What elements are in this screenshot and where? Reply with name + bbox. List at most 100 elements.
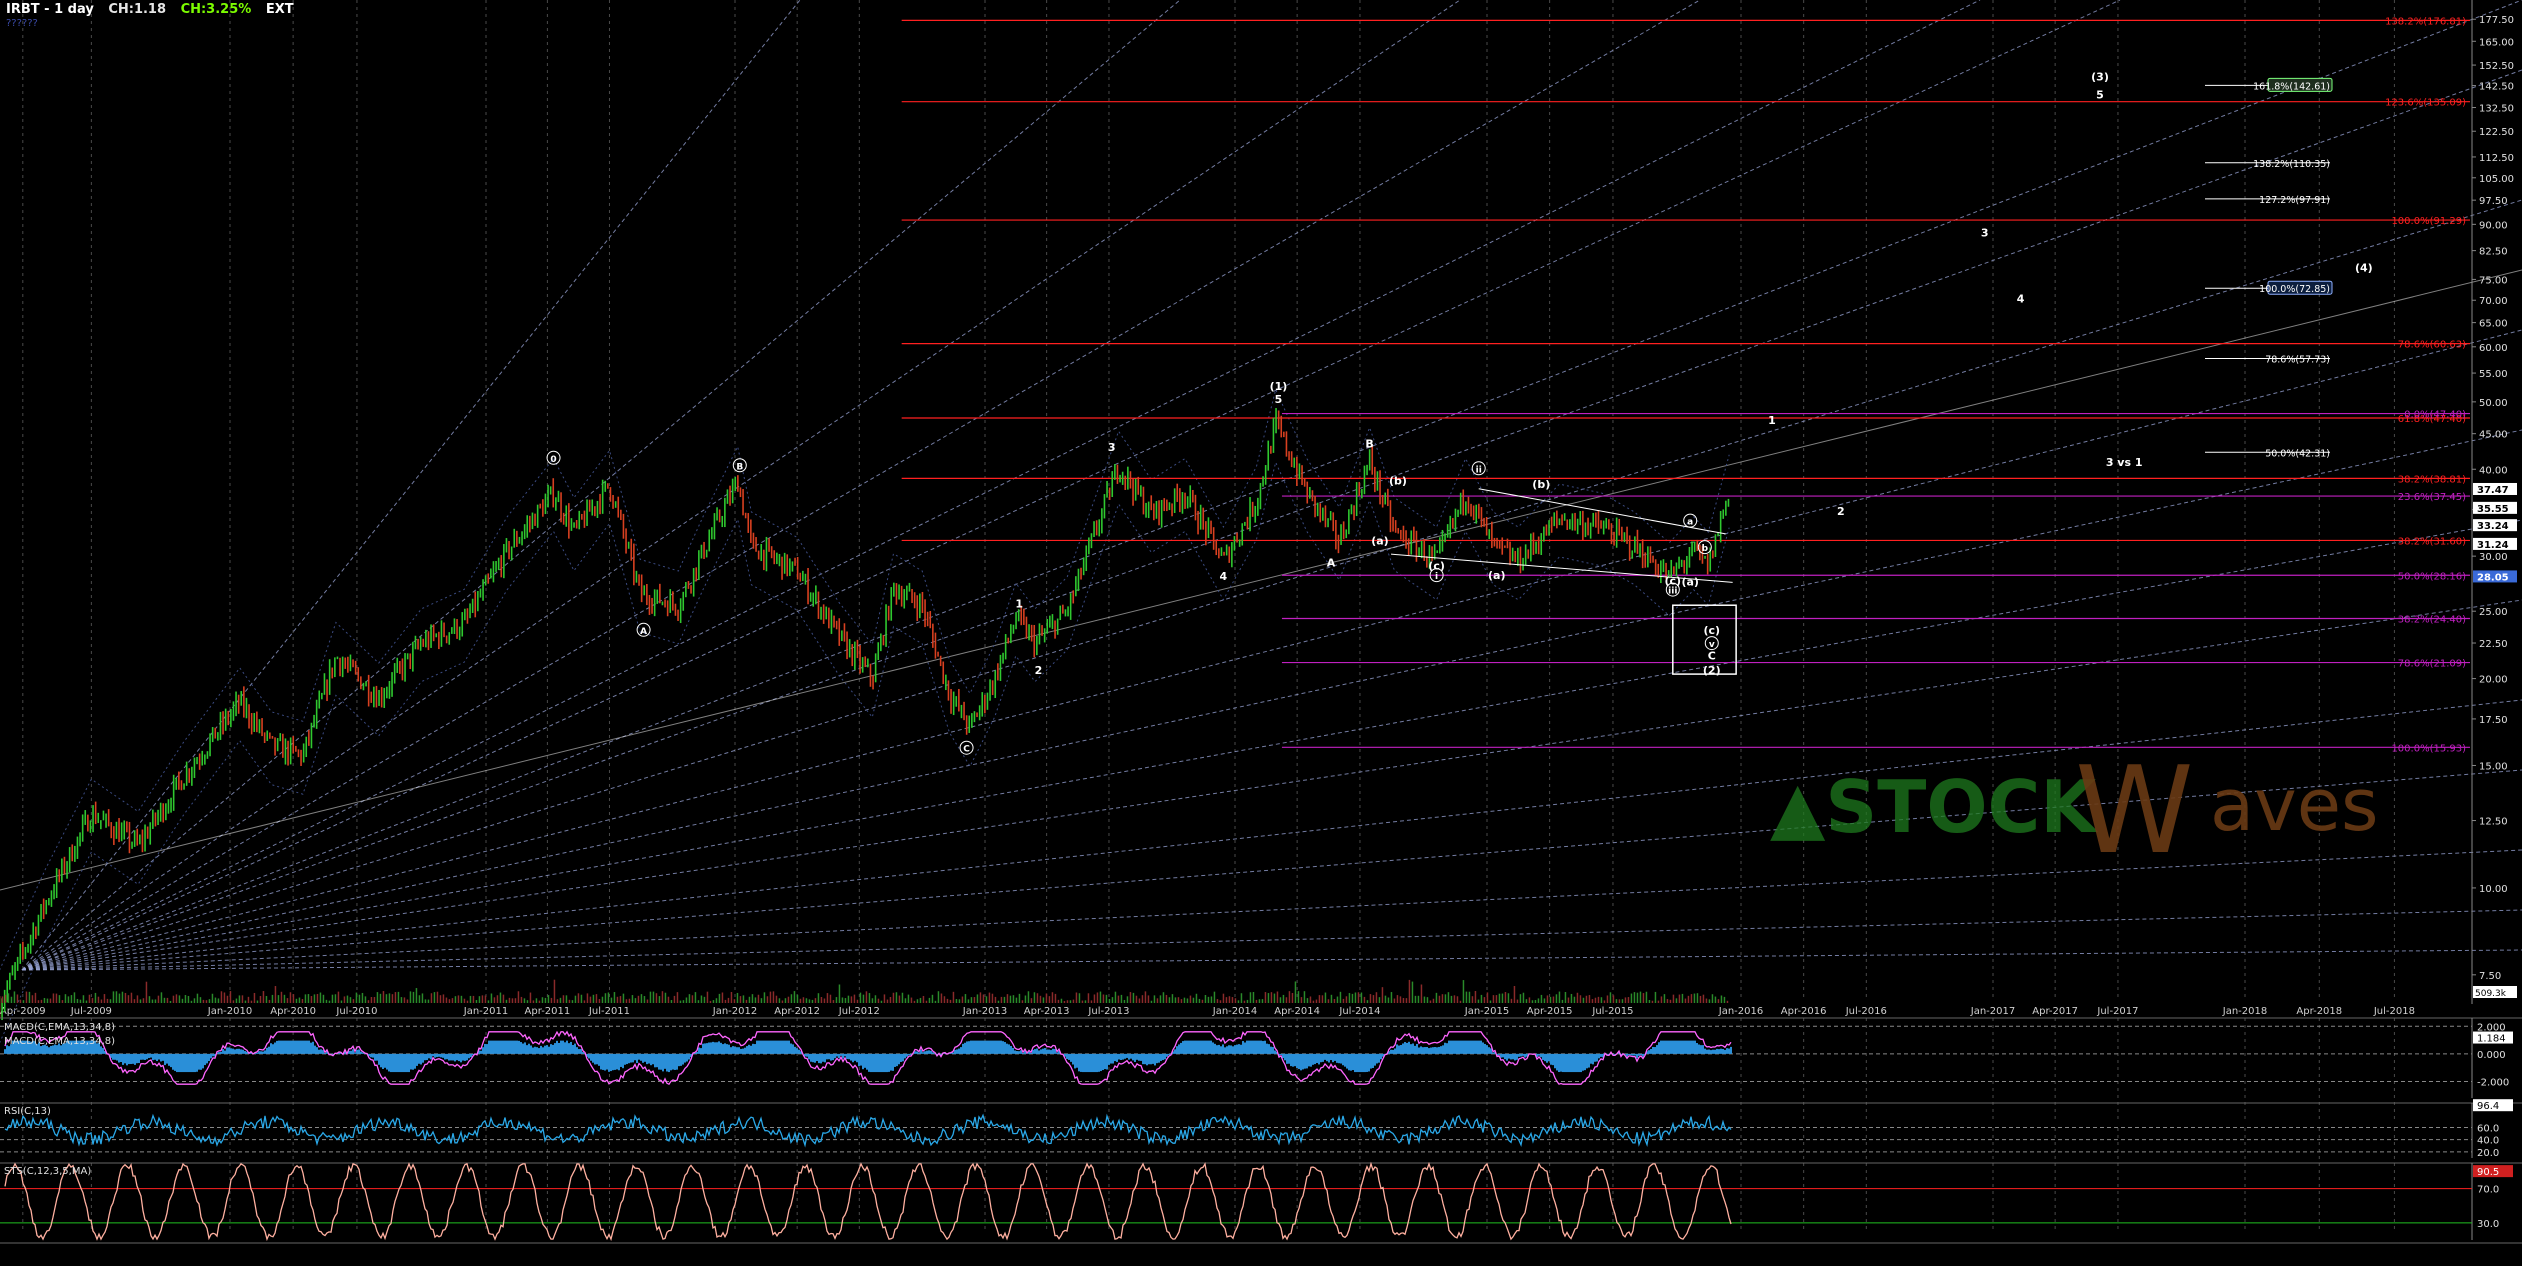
fib-label: 100.0%(15.93)	[2391, 743, 2466, 754]
projection-label: 100.0%(72.85)	[2259, 284, 2330, 295]
wave-label: (c)	[1428, 560, 1445, 573]
price-tick-label: 65.00	[2479, 319, 2508, 330]
date-tick-label: Jan-2014	[1212, 1006, 1257, 1017]
fib-label: 38.2%(38.81)	[2398, 474, 2466, 485]
price-tick-label: 82.50	[2479, 247, 2508, 258]
band-line	[0, 388, 1730, 971]
date-tick-label: Apr-2018	[2296, 1006, 2342, 1017]
band-line	[0, 460, 1730, 1044]
price-tick-label: 70.00	[2479, 296, 2508, 307]
date-tick-label: Apr-2017	[2032, 1006, 2078, 1017]
date-tick-label: Jan-2016	[1718, 1006, 1763, 1017]
pane-tick-label: 20.0	[2477, 1148, 2499, 1159]
wave-label: 3	[1981, 226, 1989, 239]
date-tick-label: Jul-2018	[2373, 1006, 2415, 1017]
wave-label: 2	[1837, 505, 1845, 518]
price-tick-label: 105.00	[2479, 174, 2514, 185]
stoch-label: STS(C,12,3,5,MA)	[4, 1166, 91, 1177]
projection-label: 50.0%(42.31)	[2265, 448, 2330, 459]
fib-label: 138.2%(176.81)	[2385, 16, 2466, 27]
wave-label: 5	[2096, 89, 2104, 102]
projection-label: 78.6%(57.73)	[2265, 354, 2330, 365]
date-tick-label: Jul-2012	[838, 1006, 880, 1017]
pane-tick-label: 1.184	[2477, 1034, 2506, 1045]
projection-label: 161.8%(142.61)	[2253, 81, 2330, 92]
fib-label: 38.2%(31.60)	[2398, 536, 2466, 547]
price-tag-label: 37.47	[2477, 485, 2509, 496]
pane-tick-label: 70.0	[2477, 1185, 2499, 1196]
date-tick-label: Jul-2014	[1338, 1006, 1380, 1017]
price-tick-label: 55.00	[2479, 369, 2508, 380]
wave-label: i	[1435, 572, 1438, 582]
pane-tick-label: 30.0	[2477, 1219, 2499, 1230]
price-tick-label: 60.00	[2479, 343, 2508, 354]
price-tick-label: 12.50	[2479, 817, 2508, 828]
change-percent: CH:3.25%	[180, 2, 252, 17]
price-tick-label: 15.00	[2479, 761, 2508, 772]
wave-label: 4	[2017, 292, 2025, 305]
price-tick-label: 20.00	[2479, 675, 2508, 686]
date-tick-label: Jan-2015	[1464, 1006, 1509, 1017]
wave-label: b	[1702, 544, 1709, 554]
fib-label: 100.0%(91.29)	[2391, 216, 2466, 227]
fib-levels: 138.2%(176.81) 123.6%(135.09) 100.0%(91.29…	[901, 16, 2470, 754]
date-tick-label: Jul-2013	[1087, 1006, 1129, 1017]
date-tick-label: Jul-2016	[1845, 1006, 1887, 1017]
date-tick-label: Jul-2009	[70, 1006, 112, 1017]
wave-label: ii	[1476, 465, 1482, 475]
fan-line	[21, 949, 2522, 971]
rsi-line	[4, 1113, 1732, 1148]
price-tick-label: 22.50	[2479, 639, 2508, 650]
projection-label: 127.2%(97.91)	[2259, 195, 2330, 206]
fib-label: 50.0%(28.16)	[2398, 571, 2466, 582]
price-tick-label: 30.00	[2479, 552, 2508, 563]
projection-levels: 161.8%(142.61) 138.2%(110.35) 127.2%(97.91…	[2205, 77, 2333, 459]
date-tick-label: Jan-2017	[1970, 1006, 2015, 1017]
wave-label: v	[1709, 640, 1715, 650]
fan-line	[21, 0, 1981, 971]
date-tick-label: Apr-2009	[0, 1006, 46, 1017]
wave-label: C	[963, 745, 970, 755]
price-tick-label: 177.50	[2479, 15, 2514, 26]
watermark-text-stock: ▲STOCK	[1770, 765, 2098, 849]
header-sublabel: ??????	[6, 18, 38, 29]
wave-label: A	[640, 627, 647, 637]
date-tick-label: Apr-2013	[1024, 1006, 1070, 1017]
date-tick-label: Jul-2017	[2096, 1006, 2138, 1017]
price-tick-label: 152.50	[2479, 61, 2514, 72]
gann-fan-lines	[0, 0, 2522, 1044]
price-tag-label: 35.55	[2477, 504, 2509, 515]
date-tick-label: Jan-2012	[712, 1006, 757, 1017]
fib-label: 23.6%(37.45)	[2398, 492, 2466, 503]
price-tick-label: 45.00	[2479, 430, 2508, 441]
price-tick-label: 25.00	[2479, 607, 2508, 618]
watermark-logo: ▲STOCKW aves	[1770, 742, 2379, 881]
fan-line	[21, 0, 1701, 971]
wave-label: a	[1687, 518, 1693, 528]
pane-tick-label: 90.5	[2477, 1167, 2499, 1178]
change-value: CH:1.18	[108, 2, 167, 17]
price-tick-label: 17.50	[2479, 715, 2508, 726]
wave-label: A	[1327, 556, 1336, 569]
wave-label: (a)	[1681, 576, 1698, 589]
price-tick-label: 7.50	[2479, 971, 2501, 982]
wave-label: 5	[1275, 393, 1283, 406]
indicator-panes: 2.0001.1840.000-2.00096.460.040.020.090.…	[0, 1017, 2522, 1244]
date-tick-label: Jan-2010	[207, 1006, 252, 1017]
pane-tick-label: 40.0	[2477, 1136, 2499, 1147]
session-ext: EXT	[265, 2, 294, 17]
date-tick-label: Apr-2015	[1527, 1006, 1573, 1017]
date-tick-label: Apr-2011	[525, 1006, 571, 1017]
price-tick-label: 10.00	[2479, 884, 2508, 895]
price-tick-label: 112.50	[2479, 153, 2514, 164]
rsi-label: RSI(C,13)	[4, 1106, 51, 1117]
date-tick-label: Apr-2012	[774, 1006, 820, 1017]
wave-label: (4)	[2355, 261, 2373, 274]
fan-line	[21, 429, 2522, 971]
wave-label: (1)	[1270, 380, 1288, 393]
wave-label: 4	[1220, 570, 1228, 583]
wave-label: 1	[1768, 414, 1776, 427]
volume-tag-label: 509.3k	[2475, 989, 2507, 999]
fan-line	[21, 0, 1461, 971]
symbol-title: IRBT - 1 day	[6, 2, 94, 17]
